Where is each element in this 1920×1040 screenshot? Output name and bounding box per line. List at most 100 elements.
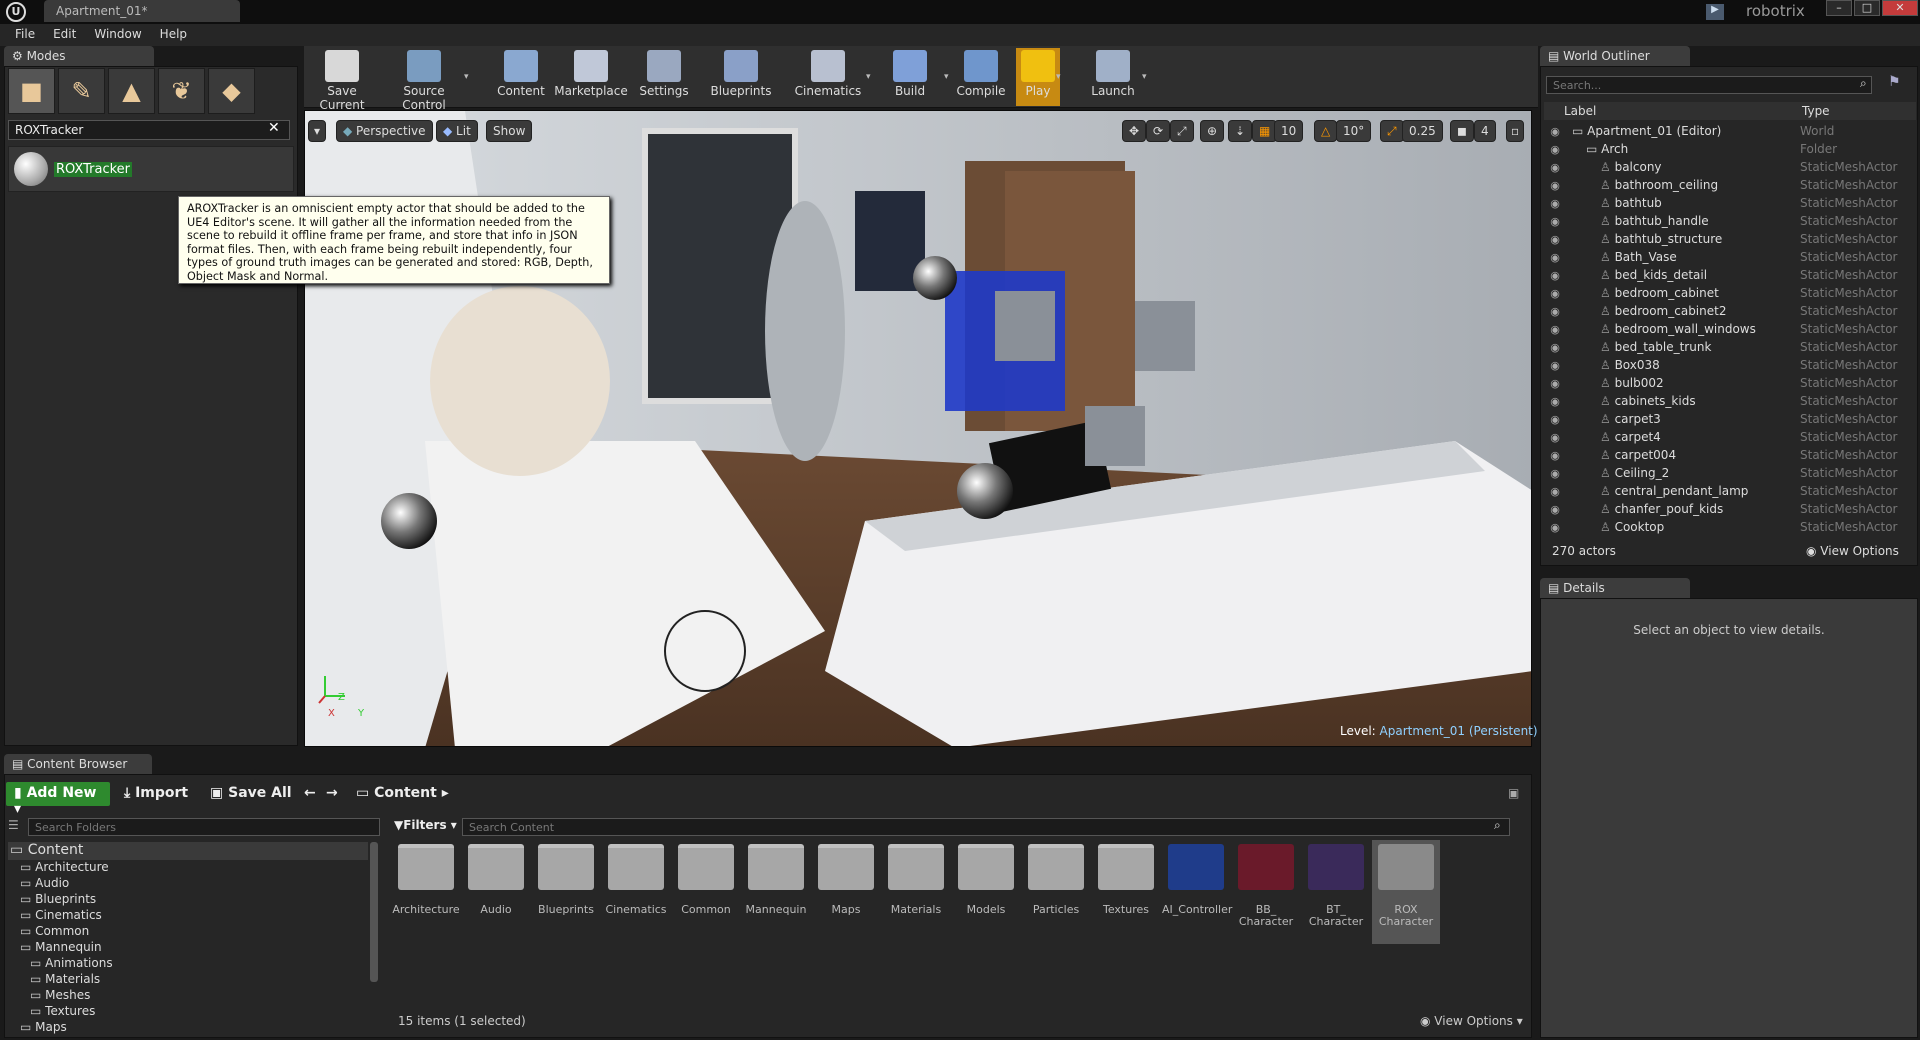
content-view-options[interactable]: ◉ View Options ▾ xyxy=(1420,1014,1523,1028)
asset-folder[interactable]: Architecture xyxy=(392,840,460,944)
menu-edit[interactable]: Edit xyxy=(44,24,85,46)
clear-search-icon[interactable]: ✕ xyxy=(268,120,280,136)
outliner-row[interactable]: ◉ ♙ carpet4 StaticMeshActor xyxy=(1544,428,1910,446)
folder-tree-item[interactable]: ▭ Content xyxy=(8,842,368,860)
visibility-eye-icon[interactable]: ◉ xyxy=(1544,341,1566,354)
rotation-snap-value[interactable]: 10° xyxy=(1336,120,1372,142)
modes-tab[interactable]: ⚙ Modes xyxy=(4,46,154,66)
visibility-eye-icon[interactable]: ◉ xyxy=(1544,395,1566,408)
show-button[interactable]: Show xyxy=(486,120,533,142)
asset-folder[interactable]: Common xyxy=(672,840,740,944)
minimize-button[interactable]: – xyxy=(1826,0,1852,16)
scale-snap-value[interactable]: 0.25 xyxy=(1402,120,1443,142)
cinematics-button[interactable]: Cinematics xyxy=(786,48,870,106)
import-button[interactable]: ⤓ Import xyxy=(124,785,188,801)
details-tab[interactable]: ▤ Details xyxy=(1540,578,1690,598)
outliner-row[interactable]: ◉ ♙ bulb002 StaticMeshActor xyxy=(1544,374,1910,392)
asset-folder[interactable]: Cinematics xyxy=(602,840,670,944)
translate-tool-icon[interactable]: ✥ xyxy=(1122,120,1147,142)
toolbar-dropdown-arrow[interactable]: ▾ xyxy=(1056,72,1061,82)
outliner-row[interactable]: ◉ ♙ Cooktop StaticMeshActor xyxy=(1544,518,1910,534)
asset-item[interactable]: AI_Controller xyxy=(1162,840,1232,944)
surface-snap-icon[interactable]: ⇣ xyxy=(1228,120,1253,142)
outliner-row[interactable]: ◉ ▭ Arch Folder xyxy=(1544,140,1910,158)
outliner-row[interactable]: ◉ ♙ central_pendant_lamp StaticMeshActor xyxy=(1544,482,1910,500)
blueprints-button[interactable]: Blueprints xyxy=(700,48,782,106)
world-space-icon[interactable]: ⊕ xyxy=(1200,120,1225,142)
outliner-row[interactable]: ◉ ♙ bed_table_trunk StaticMeshActor xyxy=(1544,338,1910,356)
save-all-button[interactable]: ▣ Save All xyxy=(210,785,292,801)
outliner-row[interactable]: ◉ ♙ bed_kids_detail StaticMeshActor xyxy=(1544,266,1910,284)
folder-tree-item[interactable]: ▭ Animations xyxy=(8,956,368,972)
visibility-eye-icon[interactable]: ◉ xyxy=(1544,287,1566,300)
modes-search-input[interactable]: ROXTracker xyxy=(8,120,290,140)
toolbar-dropdown-arrow[interactable]: ▾ xyxy=(944,72,949,82)
visibility-eye-icon[interactable]: ◉ xyxy=(1544,251,1566,264)
outliner-view-options[interactable]: ◉ View Options xyxy=(1806,544,1899,558)
asset-folder[interactable]: Mannequin xyxy=(742,840,810,944)
folder-tree-item[interactable]: ▭ Blueprints xyxy=(8,892,368,908)
level-document-tab[interactable]: Apartment_01* xyxy=(44,0,240,22)
outliner-row[interactable]: ◉ ♙ Box038 StaticMeshActor xyxy=(1544,356,1910,374)
asset-item[interactable]: BB_ Character xyxy=(1232,840,1300,944)
visibility-eye-icon[interactable]: ◉ xyxy=(1544,143,1566,156)
rotate-tool-icon[interactable]: ⟳ xyxy=(1146,120,1171,142)
visibility-eye-icon[interactable]: ◉ xyxy=(1544,359,1566,372)
asset-folder[interactable]: Particles xyxy=(1022,840,1090,944)
outliner-row[interactable]: ◉ ♙ bedroom_cabinet StaticMeshActor xyxy=(1544,284,1910,302)
place-mode-icon[interactable]: ■ xyxy=(8,68,55,114)
content-button[interactable]: Content xyxy=(492,48,550,106)
visibility-eye-icon[interactable]: ◉ xyxy=(1544,521,1566,534)
asset-item[interactable]: ROX Character xyxy=(1372,840,1440,944)
visibility-eye-icon[interactable]: ◉ xyxy=(1544,449,1566,462)
outliner-row[interactable]: ◉ ♙ bedroom_wall_windows StaticMeshActor xyxy=(1544,320,1910,338)
filters-button[interactable]: ▼Filters ▾ xyxy=(394,818,457,832)
asset-folder[interactable]: Maps xyxy=(812,840,880,944)
add-new-button[interactable]: ▮ Add New ▾ xyxy=(6,782,110,817)
path-content[interactable]: ▭ Content ▸ xyxy=(356,785,449,801)
asset-item[interactable]: BT_ Character xyxy=(1302,840,1370,944)
visibility-eye-icon[interactable]: ◉ xyxy=(1544,485,1566,498)
level-name-link[interactable]: Apartment_01 (Persistent) xyxy=(1380,724,1538,738)
outliner-row[interactable]: ◉ ♙ bathtub_structure StaticMeshActor xyxy=(1544,230,1910,248)
asset-folder[interactable]: Materials xyxy=(882,840,950,944)
menu-window[interactable]: Window xyxy=(85,24,150,46)
outliner-row[interactable]: ◉ ♙ balcony StaticMeshActor xyxy=(1544,158,1910,176)
roxtracker-list-item[interactable] xyxy=(8,146,294,192)
outliner-row[interactable]: ◉ ▭ Apartment_01 (Editor) World xyxy=(1544,122,1910,140)
toolbar-dropdown-arrow[interactable]: ▾ xyxy=(1142,72,1147,82)
asset-folder[interactable]: Audio xyxy=(462,840,530,944)
launch-button[interactable]: Launch xyxy=(1080,48,1146,106)
visibility-eye-icon[interactable]: ◉ xyxy=(1544,269,1566,282)
asset-folder[interactable]: Blueprints xyxy=(532,840,600,944)
source-control-button[interactable]: Source Control xyxy=(380,48,468,112)
close-button[interactable]: ✕ xyxy=(1882,0,1918,16)
outliner-row[interactable]: ◉ ♙ bathroom_ceiling StaticMeshActor xyxy=(1544,176,1910,194)
camera-speed-value[interactable]: 4 xyxy=(1474,120,1496,142)
folder-tree-item[interactable]: ▭ Materials xyxy=(8,972,368,988)
visibility-eye-icon[interactable]: ◉ xyxy=(1544,377,1566,390)
outliner-row[interactable]: ◉ ♙ bedroom_cabinet2 StaticMeshActor xyxy=(1544,302,1910,320)
grid-snap-value[interactable]: 10 xyxy=(1274,120,1304,142)
outliner-row[interactable]: ◉ ♙ carpet004 StaticMeshActor xyxy=(1544,446,1910,464)
folder-tree-scrollbar[interactable] xyxy=(370,842,378,982)
rotation-snap-icon[interactable]: △ xyxy=(1314,120,1338,142)
visibility-eye-icon[interactable]: ◉ xyxy=(1544,233,1566,246)
world-outliner-tab[interactable]: ▤ World Outliner xyxy=(1540,46,1690,66)
folder-tree-item[interactable]: ▭ Common xyxy=(8,924,368,940)
maximize-viewport-icon[interactable]: ▫ xyxy=(1506,120,1525,142)
visibility-eye-icon[interactable]: ◉ xyxy=(1544,125,1566,138)
outliner-row[interactable]: ◉ ♙ chanfer_pouf_kids StaticMeshActor xyxy=(1544,500,1910,518)
marketplace-button[interactable]: Marketplace xyxy=(552,48,630,106)
folder-tree-item[interactable]: ▭ Mannequin xyxy=(8,940,368,956)
folder-tree-item[interactable]: ▭ Textures xyxy=(8,1004,368,1020)
outliner-row[interactable]: ◉ ♙ carpet3 StaticMeshActor xyxy=(1544,410,1910,428)
play-button[interactable]: Play xyxy=(1016,48,1060,106)
build-button[interactable]: Build xyxy=(872,48,948,106)
perspective-button[interactable]: ◆ Perspective xyxy=(336,120,433,142)
foliage-mode-icon[interactable]: ❦ xyxy=(158,68,205,114)
outliner-row[interactable]: ◉ ♙ Ceiling_2 StaticMeshActor xyxy=(1544,464,1910,482)
asset-folder[interactable]: Textures xyxy=(1092,840,1160,944)
outliner-row[interactable]: ◉ ♙ Bath_Vase StaticMeshActor xyxy=(1544,248,1910,266)
viewport-options-button[interactable]: ▾ xyxy=(308,120,327,142)
